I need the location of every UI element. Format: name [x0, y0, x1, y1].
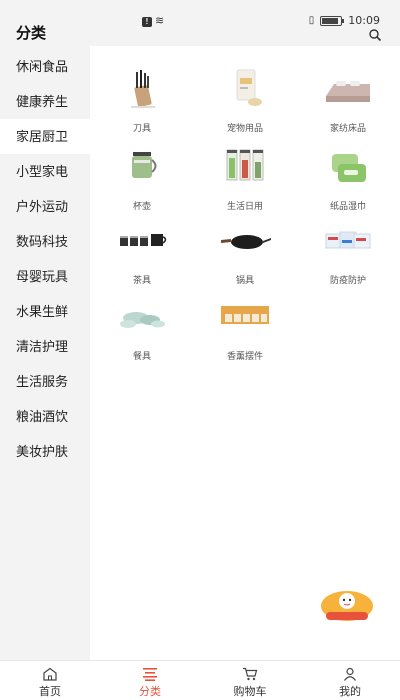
nav-profile[interactable]: 我的	[300, 661, 400, 700]
category-list-icon	[143, 668, 157, 681]
category-item[interactable]: 餐具	[94, 296, 190, 362]
category-item[interactable]: 纸品湿巾	[300, 146, 396, 212]
sidebar-item[interactable]: 粮油酒饮	[0, 399, 90, 434]
bottom-nav: 首页 分类 购物车 我的	[0, 660, 400, 700]
vibrate-icon: ▯	[308, 15, 315, 26]
storage-jars-icon	[226, 149, 264, 181]
tableware-icon	[120, 312, 165, 328]
wok-icon	[221, 235, 271, 249]
knife-block-icon	[131, 70, 155, 108]
sidebar-item[interactable]: 健康养生	[0, 84, 90, 119]
sidebar-item-active[interactable]: 家居厨卫	[0, 119, 90, 154]
category-label: 杯壶	[132, 201, 151, 211]
subcategory-grid: 刀具 宠物用品 家纺床品 杯壶 生活日用 纸品湿巾 茶具 锅具 防疫防护 餐具 …	[90, 46, 400, 660]
tea-set-icon	[120, 234, 167, 246]
cup-kettle-icon	[132, 152, 157, 178]
nav-home[interactable]: 首页	[0, 661, 100, 700]
sidebar-item[interactable]: 户外运动	[0, 189, 90, 224]
category-item[interactable]: 茶具	[94, 220, 190, 286]
top-bar: ! ≋ ▯ 10:09 分类	[0, 0, 400, 46]
category-item[interactable]: 锅具	[197, 220, 293, 286]
battery-icon	[320, 15, 345, 26]
category-label: 刀具	[132, 123, 151, 133]
alert-icon: !	[142, 17, 152, 27]
category-label: 锅具	[235, 275, 254, 285]
category-label: 家纺床品	[329, 123, 366, 133]
category-item[interactable]: 生活日用	[197, 146, 293, 212]
sidebar-item[interactable]: 数码科技	[0, 224, 90, 259]
nav-label: 我的	[339, 686, 361, 698]
category-item[interactable]: 杯壶	[94, 146, 190, 212]
masks-icon	[325, 231, 371, 249]
promo-badge-icon[interactable]	[316, 588, 378, 624]
page-title: 分类	[16, 25, 47, 42]
wifi-icon: ≋	[155, 15, 165, 27]
category-label: 生活日用	[226, 201, 263, 211]
nav-cart[interactable]: 购物车	[200, 661, 300, 700]
sidebar-item[interactable]: 小型家电	[0, 154, 90, 189]
category-item[interactable]: 宠物用品	[197, 68, 293, 134]
category-label: 纸品湿巾	[329, 201, 366, 211]
category-label: 香薰摆件	[226, 351, 263, 361]
category-item[interactable]: 香薰摆件	[197, 296, 293, 362]
sidebar-item[interactable]: 美妆护肤	[0, 434, 90, 469]
home-icon	[43, 667, 57, 681]
bed-icon	[326, 81, 370, 102]
sidebar-item[interactable]: 水果生鲜	[0, 294, 90, 329]
candles-icon	[221, 306, 269, 324]
sidebar-item[interactable]: 休闲食品	[0, 49, 90, 84]
nav-label: 购物车	[233, 686, 267, 698]
wet-wipes-icon	[332, 154, 366, 182]
nav-category[interactable]: 分类	[100, 661, 200, 700]
user-icon	[344, 667, 356, 681]
pet-food-bag-icon	[236, 69, 262, 106]
cart-icon	[243, 667, 258, 681]
category-item[interactable]: 家纺床品	[300, 68, 396, 134]
search-icon[interactable]	[368, 28, 382, 42]
status-time: 10:09	[348, 14, 380, 27]
sidebar-item[interactable]: 生活服务	[0, 364, 90, 399]
category-label: 餐具	[132, 351, 151, 361]
category-sidebar: 休闲食品 健康养生 家居厨卫 小型家电 户外运动 数码科技 母婴玩具 水果生鲜 …	[0, 46, 90, 660]
category-label: 茶具	[132, 275, 151, 285]
nav-label: 分类	[139, 686, 161, 698]
category-label: 宠物用品	[226, 123, 263, 133]
category-item[interactable]: 刀具	[94, 68, 190, 134]
nav-label: 首页	[39, 686, 61, 698]
sidebar-item[interactable]: 清洁护理	[0, 329, 90, 364]
category-item[interactable]: 防疫防护	[300, 220, 396, 286]
status-indicators: ! ≋	[142, 14, 164, 27]
status-right: ▯ 10:09	[309, 14, 380, 27]
sidebar-item[interactable]: 母婴玩具	[0, 259, 90, 294]
category-label: 防疫防护	[329, 275, 366, 285]
